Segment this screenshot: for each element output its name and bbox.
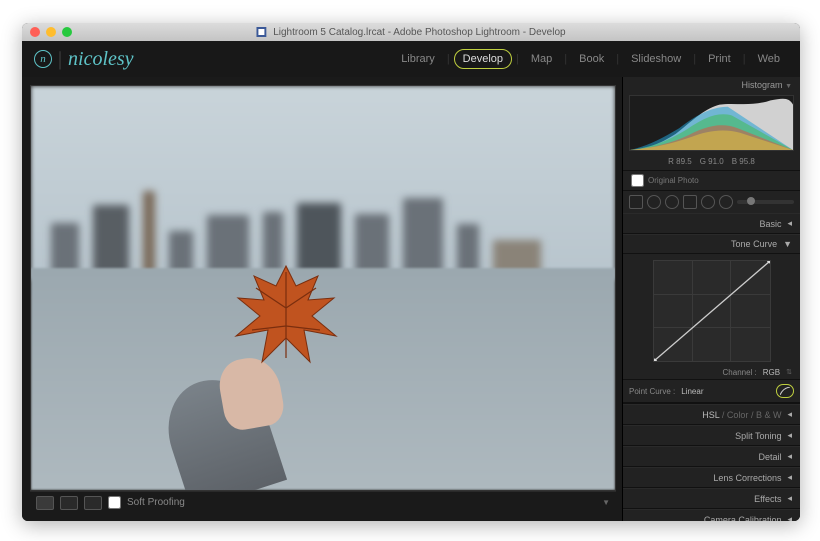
identity-plate: n | nicolesy xyxy=(34,48,134,71)
lens-corrections-header[interactable]: Lens Corrections◂ xyxy=(623,467,800,488)
chevron-updown-icon[interactable]: ⇅ xyxy=(786,368,792,377)
tone-curve-header[interactable]: Tone Curve▼ xyxy=(623,234,800,254)
redeye-tool-icon[interactable] xyxy=(665,195,679,209)
photo-subject-leaf xyxy=(226,258,346,378)
toolbar-chevron-icon[interactable]: ▼ xyxy=(602,498,610,507)
split-toning-header[interactable]: Split Toning◂ xyxy=(623,425,800,446)
loupe-view-icon[interactable] xyxy=(36,496,54,510)
preview-toolbar: Soft Proofing ▼ xyxy=(30,491,616,513)
histogram-readout: R 89.5 G 91.0 B 95.8 xyxy=(623,155,800,170)
collapse-icon: ◂ xyxy=(787,218,792,229)
basic-panel-header[interactable]: Basic◂ xyxy=(623,213,800,234)
histogram-header[interactable]: Histogram ▼ xyxy=(623,77,800,93)
point-curve-label: Point Curve : xyxy=(629,387,675,396)
crop-tool-icon[interactable] xyxy=(629,195,643,209)
module-develop[interactable]: Develop xyxy=(454,49,512,69)
tool-size-slider[interactable] xyxy=(737,200,794,204)
histogram[interactable] xyxy=(629,95,794,151)
grad-filter-icon[interactable] xyxy=(683,195,697,209)
spot-tool-icon[interactable] xyxy=(647,195,661,209)
effects-header[interactable]: Effects◂ xyxy=(623,488,800,509)
close-window-button[interactable] xyxy=(30,27,40,37)
module-web[interactable]: Web xyxy=(750,50,788,68)
hsl-panel-header[interactable]: HSL / Color / B & W ◂ xyxy=(623,404,800,425)
soft-proofing-checkbox[interactable] xyxy=(108,496,121,509)
top-bar: n | nicolesy Library| Develop| Map| Book… xyxy=(22,41,800,77)
detail-header[interactable]: Detail◂ xyxy=(623,446,800,467)
tone-curve-graph[interactable] xyxy=(653,260,771,362)
brush-tool-icon[interactable] xyxy=(719,195,733,209)
zoom-window-button[interactable] xyxy=(62,27,72,37)
soft-proofing-label: Soft Proofing xyxy=(127,497,185,508)
module-library[interactable]: Library xyxy=(393,50,443,68)
minimize-window-button[interactable] xyxy=(46,27,56,37)
original-photo-row[interactable]: Original Photo xyxy=(623,171,800,190)
module-slideshow[interactable]: Slideshow xyxy=(623,50,689,68)
right-panel: Histogram ▼ R 89.5 G 91.0 xyxy=(622,77,800,521)
tool-strip xyxy=(623,190,800,213)
point-curve-value[interactable]: Linear xyxy=(681,387,703,396)
photo-subject-hand xyxy=(171,298,311,491)
before-after-split-icon[interactable] xyxy=(84,496,102,510)
channel-row[interactable]: Channel : RGB ⇅ xyxy=(623,366,800,379)
photo-preview[interactable] xyxy=(30,85,616,491)
radial-filter-icon[interactable] xyxy=(701,195,715,209)
window-titlebar: Lightroom 5 Catalog.lrcat - Adobe Photos… xyxy=(22,23,800,41)
expand-icon: ▼ xyxy=(783,239,792,249)
module-map[interactable]: Map xyxy=(523,50,560,68)
before-after-icon[interactable] xyxy=(60,496,78,510)
logo-badge: n xyxy=(34,50,52,68)
logo-text: nicolesy xyxy=(68,48,134,71)
module-picker: Library| Develop| Map| Book| Slideshow| … xyxy=(393,49,788,69)
camera-calibration-header[interactable]: Camera Calibration◂ xyxy=(623,509,800,521)
module-print[interactable]: Print xyxy=(700,50,739,68)
point-curve-toggle-button[interactable] xyxy=(776,384,794,398)
window-title: Lightroom 5 Catalog.lrcat - Adobe Photos… xyxy=(256,27,565,38)
module-book[interactable]: Book xyxy=(571,50,612,68)
